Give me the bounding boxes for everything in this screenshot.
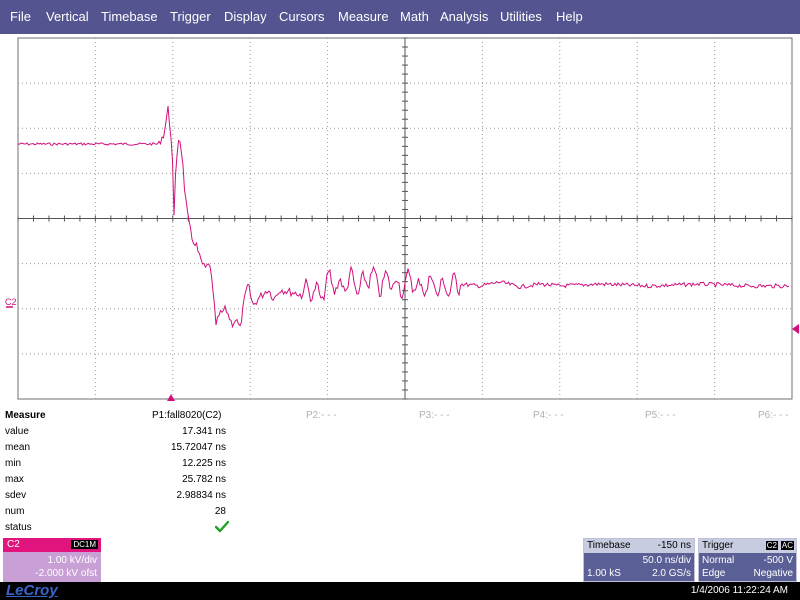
menu-bar: File Vertical Timebase Trigger Display C… bbox=[0, 0, 800, 34]
param-p4-header[interactable]: P4:- - - bbox=[533, 410, 564, 421]
scope-display: C2 bbox=[0, 34, 800, 405]
measure-row-value: 17.341 ns bbox=[182, 426, 226, 437]
timebase-title: Timebase bbox=[587, 540, 631, 551]
param-p5-header[interactable]: P5:- - - bbox=[645, 410, 676, 421]
timebase-rate: 2.0 GS/s bbox=[652, 568, 691, 579]
menu-math[interactable]: Math bbox=[400, 0, 429, 34]
param-p3-header[interactable]: P3:- - - bbox=[419, 410, 450, 421]
trigger-level-marker[interactable] bbox=[792, 324, 799, 334]
param-p6-header[interactable]: P6:- - - bbox=[758, 410, 789, 421]
menu-file[interactable]: File bbox=[10, 0, 31, 34]
trigger-type: Edge bbox=[702, 568, 726, 579]
menu-analysis[interactable]: Analysis bbox=[440, 0, 488, 34]
status-bar: LeCroy 1/4/2006 11:22:24 AM bbox=[0, 582, 800, 600]
brand-logo: LeCroy bbox=[6, 582, 58, 599]
channel-descriptor-header: C2 DC1M bbox=[3, 538, 101, 552]
channel-marker-label: C2 bbox=[5, 297, 17, 307]
trigger-level: -500 V bbox=[763, 555, 793, 566]
measure-row-label: mean bbox=[5, 442, 31, 453]
menu-trigger[interactable]: Trigger bbox=[170, 0, 211, 34]
menu-timebase[interactable]: Timebase bbox=[101, 0, 158, 34]
channel-descriptor-c2[interactable]: C2 DC1M 1.00 kV/div -2.000 kV ofst bbox=[3, 538, 101, 582]
measure-panel: Measure P1:fall8020(C2) P2:- - - P3:- - … bbox=[0, 405, 800, 537]
trigger-descriptor[interactable]: Trigger C2 AC Normal -500 V Edge Negativ… bbox=[698, 538, 797, 582]
coupling-badge: DC1M bbox=[71, 540, 98, 549]
trigger-slope: Negative bbox=[753, 568, 793, 579]
trigger-title: Trigger bbox=[702, 540, 734, 551]
trigger-time-marker[interactable] bbox=[167, 394, 175, 401]
menu-vertical[interactable]: Vertical bbox=[46, 0, 89, 34]
measure-row-value: 15.72047 ns bbox=[170, 442, 226, 453]
timebase-descriptor[interactable]: Timebase -150 ns 50.0 ns/div 1.00 kS 2.0… bbox=[583, 538, 695, 582]
trigger-mode: Normal bbox=[702, 555, 735, 566]
measure-row-label: sdev bbox=[5, 490, 27, 501]
measure-status-label: status bbox=[5, 522, 32, 533]
menu-help[interactable]: Help bbox=[556, 0, 583, 34]
menu-measure[interactable]: Measure bbox=[338, 0, 389, 34]
timebase-delay: -150 ns bbox=[657, 540, 691, 551]
measure-row-label: value bbox=[5, 426, 29, 437]
datetime: 1/4/2006 11:22:24 AM bbox=[690, 585, 788, 596]
vertical-scale: 1.00 kV/div bbox=[47, 555, 97, 566]
measure-title: Measure bbox=[5, 410, 46, 421]
measure-row-value: 28 bbox=[214, 506, 226, 517]
timebase-header: Timebase -150 ns bbox=[584, 539, 694, 553]
measure-row-value: 12.225 ns bbox=[182, 458, 226, 469]
graticule bbox=[17, 37, 793, 400]
param-p2-header[interactable]: P2:- - - bbox=[306, 410, 337, 421]
measure-row-label: max bbox=[5, 474, 24, 485]
measure-row-value: 2.98834 ns bbox=[176, 490, 227, 501]
timebase-samples: 1.00 kS bbox=[587, 568, 621, 579]
menu-display[interactable]: Display bbox=[224, 0, 267, 34]
measure-row-label: num bbox=[5, 506, 25, 517]
trigger-header: Trigger C2 AC bbox=[699, 539, 796, 553]
menu-cursors[interactable]: Cursors bbox=[279, 0, 325, 34]
measure-row-value: 25.782 ns bbox=[182, 474, 226, 485]
channel-name: C2 bbox=[7, 539, 20, 550]
check-icon bbox=[215, 521, 229, 533]
trigger-source-badge: C2 bbox=[765, 541, 778, 550]
vertical-offset: -2.000 kV ofst bbox=[35, 568, 97, 579]
trigger-coupling-badge: AC bbox=[780, 541, 794, 550]
measure-row-label: min bbox=[5, 458, 22, 469]
waveform-trace-c2 bbox=[17, 105, 790, 329]
timebase-per-div: 50.0 ns/div bbox=[642, 555, 691, 566]
param-p1-header[interactable]: P1:fall8020(C2) bbox=[152, 410, 221, 421]
menu-utilities[interactable]: Utilities bbox=[500, 0, 542, 34]
